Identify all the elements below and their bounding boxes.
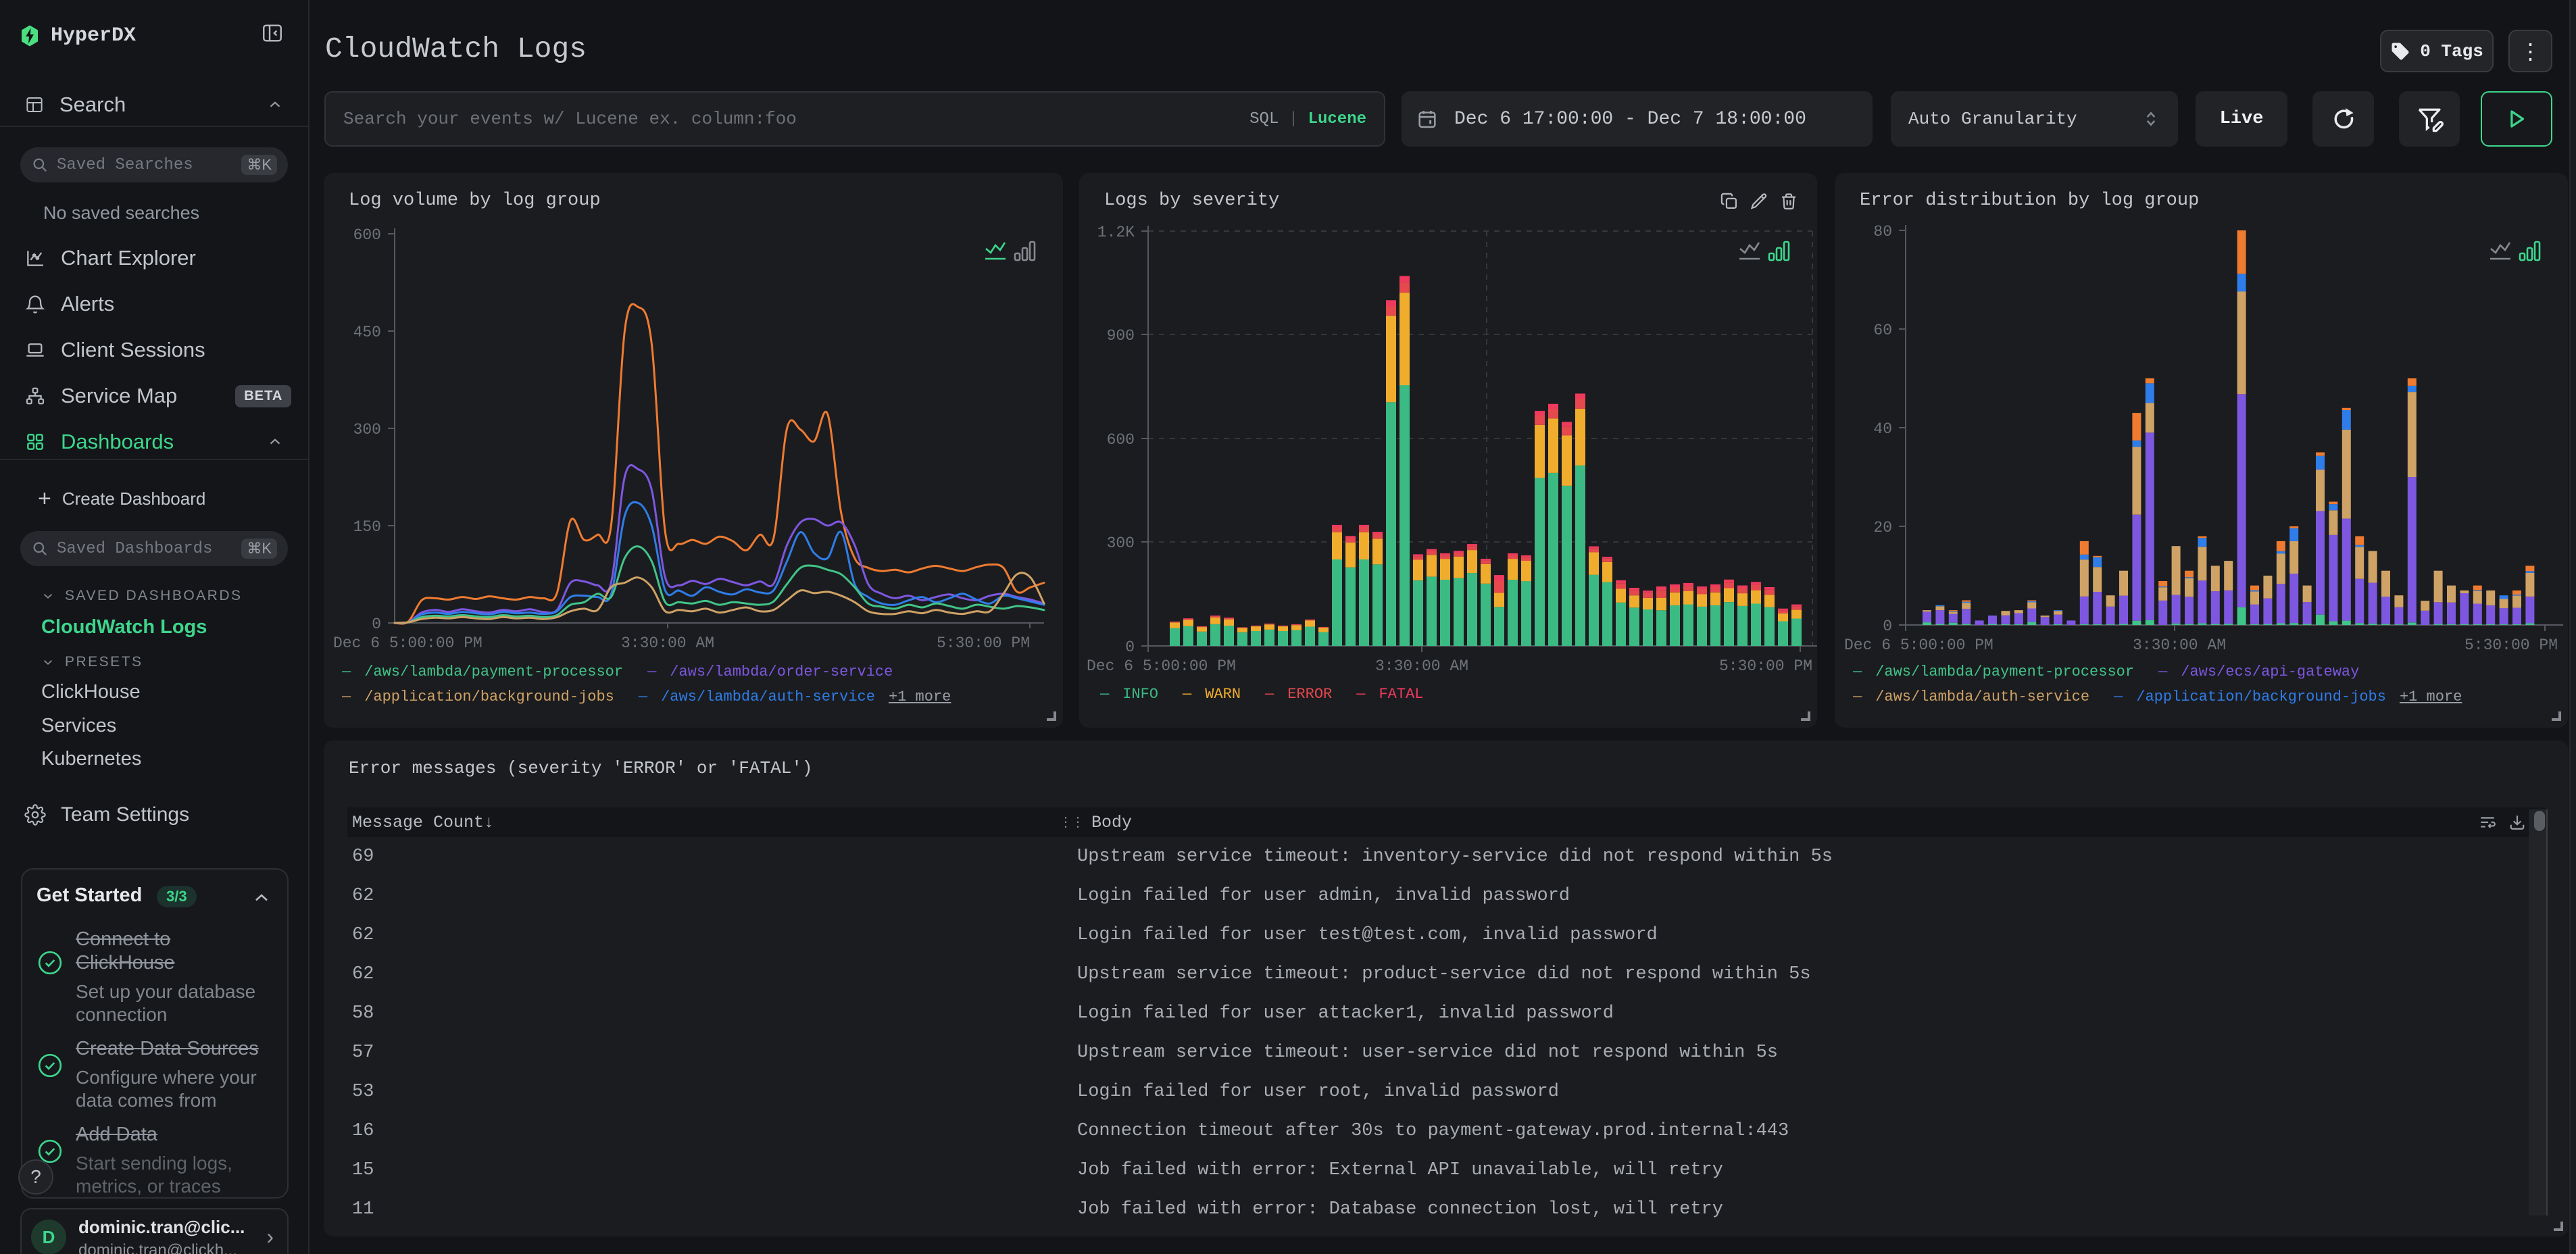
svg-text:Dec 6 5:00:00 PM: Dec 6 5:00:00 PM [333,634,482,652]
svg-text:3:30:00 AM: 3:30:00 AM [621,634,714,652]
svg-text:900: 900 [1107,327,1135,345]
svg-text:80: 80 [1873,223,1892,241]
svg-text:0: 0 [1883,618,1892,635]
svg-text:1.2K: 1.2K [1097,224,1135,241]
svg-text:Dec 6 5:00:00 PM: Dec 6 5:00:00 PM [1087,657,1236,675]
svg-text:40: 40 [1873,420,1892,438]
svg-text:20: 20 [1873,519,1892,536]
svg-text:450: 450 [353,324,381,341]
svg-text:600: 600 [1107,431,1135,449]
svg-text:5:30:00 PM: 5:30:00 PM [937,634,1030,652]
svg-text:3:30:00 AM: 3:30:00 AM [2133,636,2226,654]
svg-text:0: 0 [1125,638,1135,656]
svg-text:5:30:00 PM: 5:30:00 PM [2464,636,2558,654]
svg-text:60: 60 [1873,322,1892,339]
svg-text:150: 150 [353,518,381,536]
svg-text:5:30:00 PM: 5:30:00 PM [1719,657,1812,675]
svg-text:0: 0 [372,616,381,633]
svg-text:600: 600 [353,226,381,244]
svg-text:300: 300 [353,421,381,438]
svg-text:300: 300 [1107,534,1135,552]
svg-text:Dec 6 5:00:00 PM: Dec 6 5:00:00 PM [1844,636,1993,654]
svg-text:3:30:00 AM: 3:30:00 AM [1375,657,1468,675]
